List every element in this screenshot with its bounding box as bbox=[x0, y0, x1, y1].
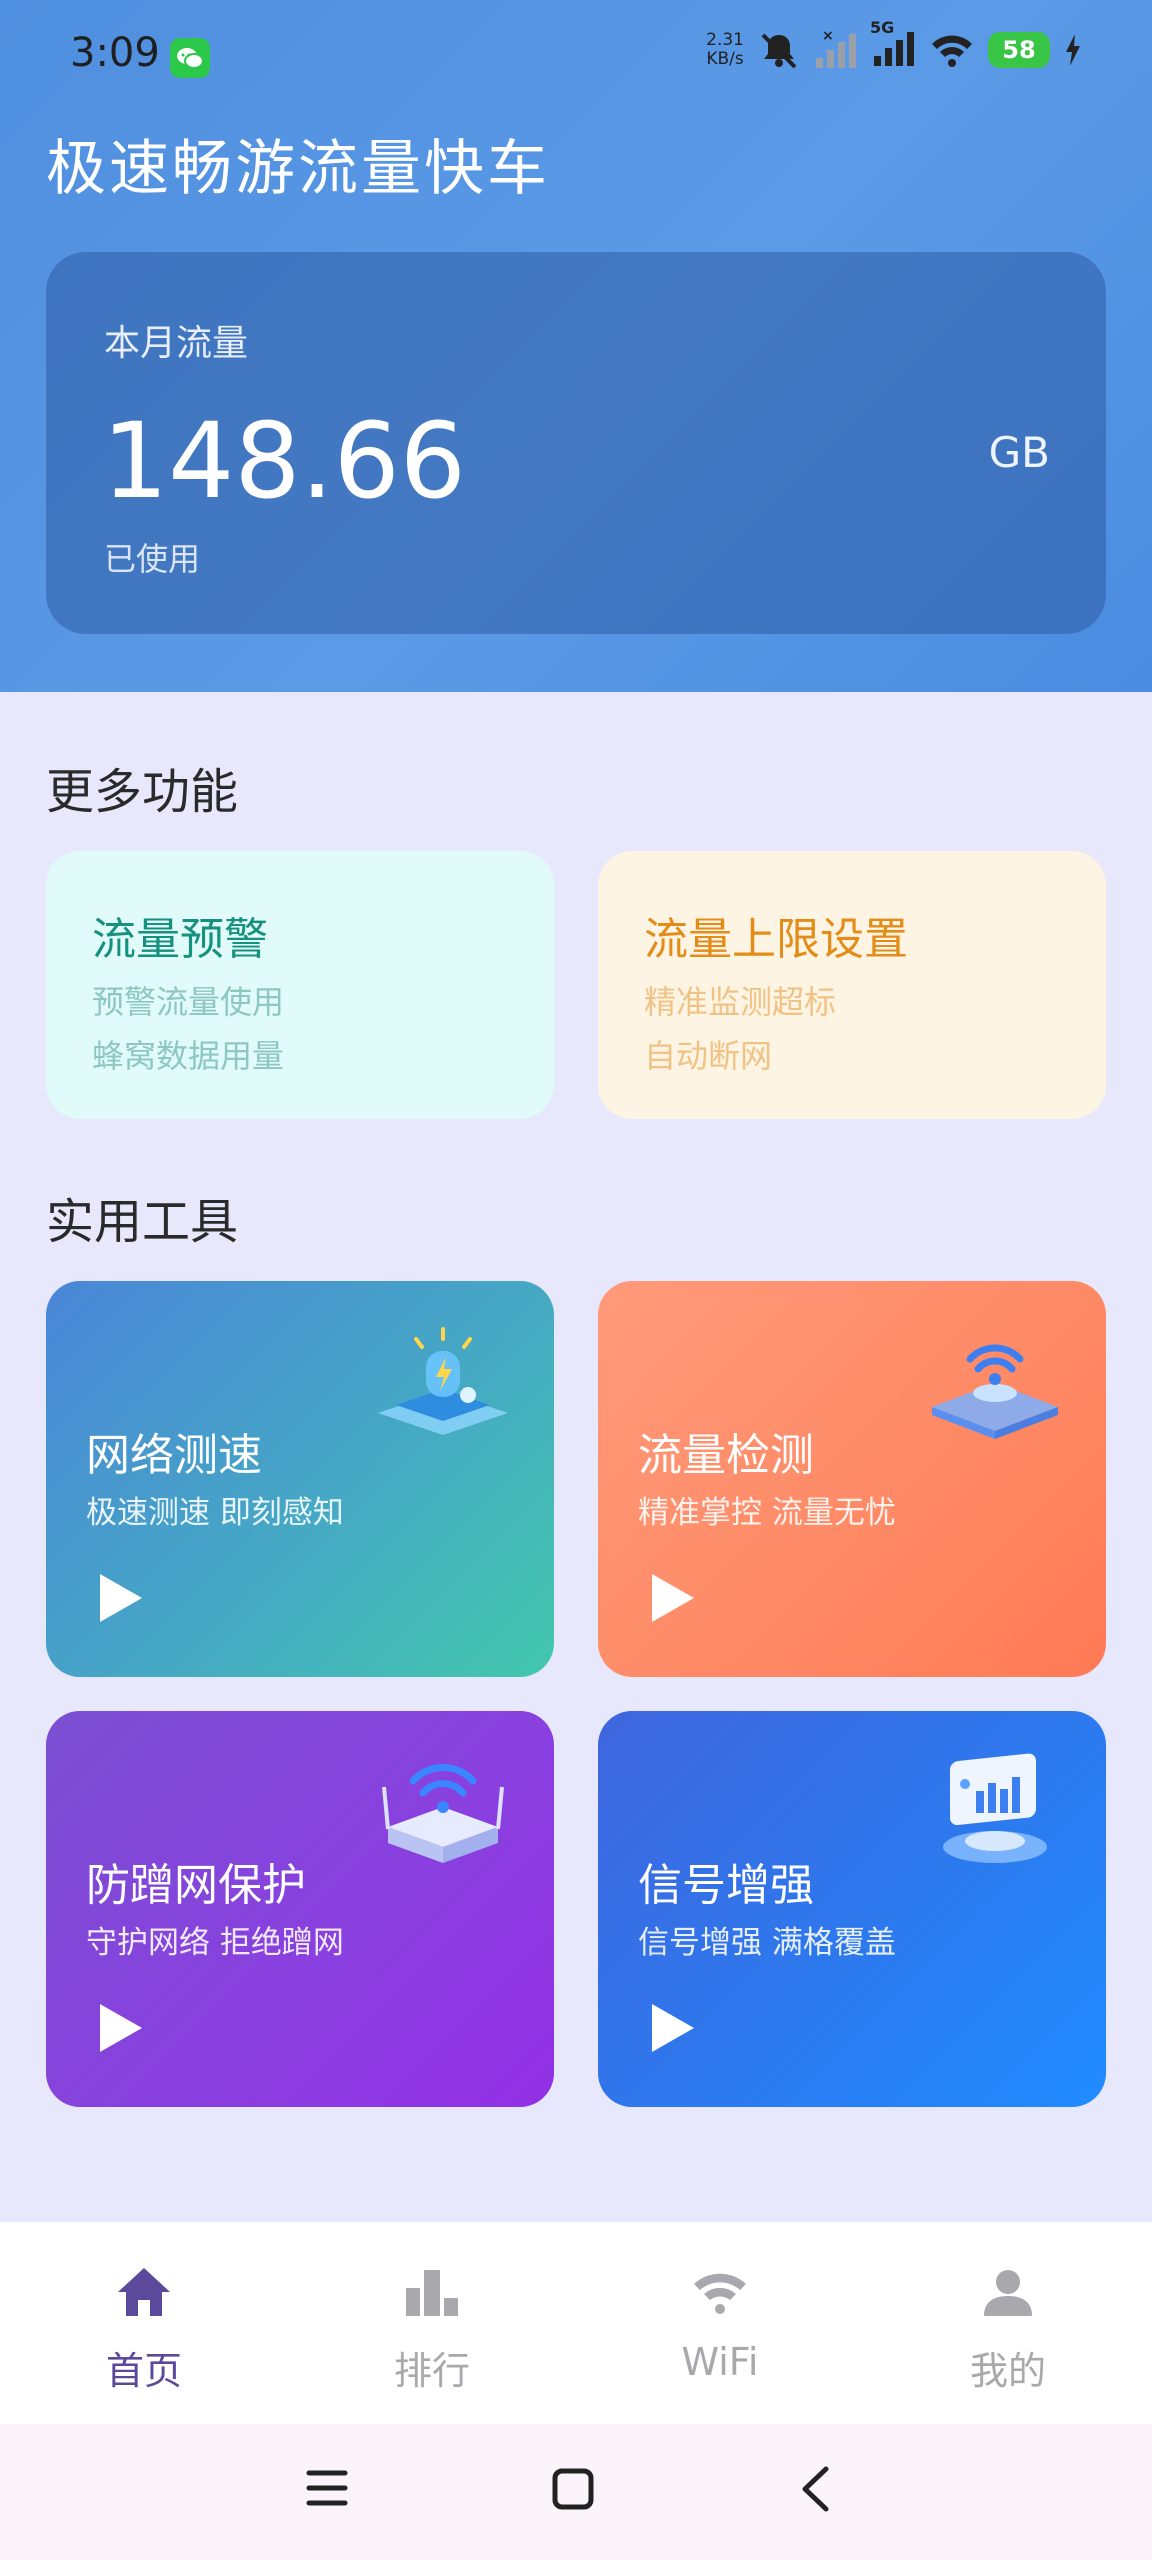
feature-title: 流量上限设置 bbox=[644, 914, 908, 965]
router-protect-illustration bbox=[382, 1764, 504, 1863]
tool-subtitle: 精准掌控 流量无忧 bbox=[638, 1495, 896, 1531]
wifi-status-icon bbox=[932, 35, 972, 67]
usage-unit: GB bbox=[988, 428, 1050, 477]
menu-nav-icon[interactable] bbox=[306, 2468, 348, 2508]
usage-value: 148.66 bbox=[102, 400, 466, 522]
back-nav-icon[interactable] bbox=[800, 2466, 830, 2512]
net-speed-unit: KB/s bbox=[706, 49, 744, 69]
net-speed-value: 2.31 bbox=[706, 30, 744, 50]
anti-freeload-card[interactable]: 防蹭网保护 守护网络 拒绝蹭网 bbox=[46, 1711, 554, 2107]
feature-line: 蜂窝数据用量 bbox=[92, 1037, 285, 1075]
usage-status: 已使用 bbox=[104, 540, 201, 578]
home-nav-icon[interactable] bbox=[552, 2468, 594, 2510]
tool-title: 网络测速 bbox=[86, 1430, 262, 1481]
traffic-detect-illustration bbox=[932, 1344, 1058, 1439]
tool-subtitle: 极速测速 即刻感知 bbox=[86, 1495, 344, 1531]
signal-type-label: 5G bbox=[870, 18, 895, 37]
feature-title: 流量预警 bbox=[92, 914, 268, 965]
net-speed: 2.31 KB/s bbox=[706, 31, 744, 69]
bottom-tab-bar: 首页 排行 WiFi 我的 bbox=[0, 2222, 1152, 2424]
charging-icon bbox=[1066, 34, 1080, 66]
traffic-alert-card[interactable]: 流量预警 预警流量使用 蜂窝数据用量 bbox=[46, 851, 554, 1119]
feature-line: 预警流量使用 bbox=[92, 983, 285, 1021]
mute-bell-icon bbox=[761, 33, 797, 69]
wifi-icon bbox=[694, 2273, 746, 2314]
tab-label: 首页 bbox=[105, 2349, 182, 2393]
section-title-tools: 实用工具 bbox=[46, 1194, 239, 1250]
traffic-limit-card[interactable]: 流量上限设置 精准监测超标 自动断网 bbox=[598, 851, 1106, 1119]
tab-ranking[interactable]: 排行 bbox=[288, 2222, 576, 2424]
speed-test-card[interactable]: 网络测速 极速测速 即刻感知 bbox=[46, 1281, 554, 1677]
signal-boost-illustration bbox=[943, 1753, 1047, 1863]
feature-line: 自动断网 bbox=[644, 1037, 773, 1075]
battery-indicator: 58 bbox=[988, 32, 1050, 68]
usage-label: 本月流量 bbox=[104, 323, 249, 364]
svg-text:×: × bbox=[822, 30, 834, 44]
signal-empty-icon: × bbox=[816, 30, 856, 68]
tool-subtitle: 信号增强 满格覆盖 bbox=[638, 1925, 896, 1961]
tool-title: 防蹭网保护 bbox=[86, 1860, 306, 1911]
play-icon[interactable] bbox=[96, 2001, 146, 2055]
play-icon[interactable] bbox=[96, 1571, 146, 1625]
tab-mine[interactable]: 我的 bbox=[864, 2222, 1152, 2424]
tab-label: 我的 bbox=[969, 2349, 1046, 2393]
speed-test-illustration bbox=[378, 1327, 508, 1435]
app-title: 极速畅游流量快车 bbox=[46, 134, 550, 204]
tool-subtitle: 守护网络 拒绝蹭网 bbox=[86, 1925, 344, 1961]
section-title-more-features: 更多功能 bbox=[46, 764, 239, 820]
play-icon[interactable] bbox=[648, 1571, 698, 1625]
tool-title: 流量检测 bbox=[638, 1430, 814, 1481]
tab-label: 排行 bbox=[393, 2349, 470, 2393]
signal-boost-card[interactable]: 信号增强 信号增强 满格覆盖 bbox=[598, 1711, 1106, 2107]
wechat-notification-icon bbox=[170, 38, 210, 78]
system-nav-bar bbox=[0, 2424, 1152, 2560]
status-bar: 3:09 2.31 KB/s × 5G 58 bbox=[0, 0, 1152, 110]
tab-wifi[interactable]: WiFi bbox=[576, 2222, 864, 2424]
tool-title: 信号增强 bbox=[638, 1860, 814, 1911]
tab-home[interactable]: 首页 bbox=[0, 2222, 288, 2424]
user-icon bbox=[984, 2270, 1032, 2316]
ranking-icon bbox=[406, 2270, 458, 2316]
status-time: 3:09 bbox=[70, 30, 160, 76]
play-icon[interactable] bbox=[648, 2001, 698, 2055]
monthly-usage-card: 本月流量 148.66 GB 已使用 bbox=[46, 252, 1106, 634]
home-icon bbox=[118, 2268, 170, 2316]
tab-label: WiFi bbox=[681, 2340, 759, 2384]
traffic-detect-card[interactable]: 流量检测 精准掌控 流量无忧 bbox=[598, 1281, 1106, 1677]
feature-line: 精准监测超标 bbox=[644, 983, 837, 1021]
